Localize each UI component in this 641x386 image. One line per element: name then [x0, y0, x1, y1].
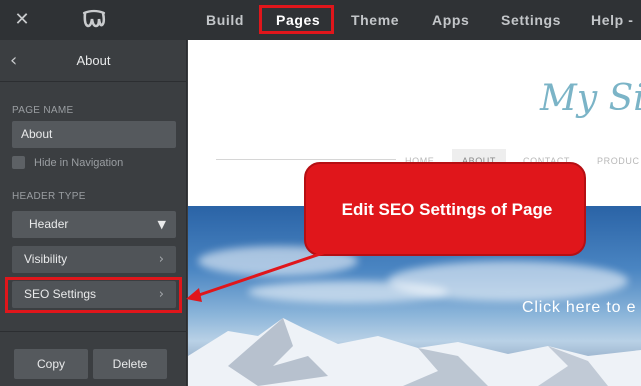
- sidebar-title: About: [76, 53, 111, 68]
- page-name-label: PAGE NAME: [12, 105, 74, 116]
- pages-highlight-box: [259, 5, 334, 34]
- annotation-callout: Edit SEO Settings of Page: [304, 162, 586, 256]
- nav-build[interactable]: Build: [206, 0, 244, 40]
- chevron-down-icon: ▼: [157, 218, 166, 231]
- weebly-logo-icon[interactable]: [82, 9, 106, 31]
- site-title[interactable]: My Si: [540, 78, 641, 119]
- seo-highlight-box: [5, 277, 182, 313]
- chevron-right-icon: ›: [158, 252, 164, 267]
- hero-edit-text[interactable]: Click here to e: [522, 299, 636, 317]
- visibility-label: Visibility: [24, 252, 68, 266]
- header-type-select[interactable]: Header ▼: [12, 211, 176, 238]
- callout-text: Edit SEO Settings of Page: [341, 200, 553, 219]
- sidebar-header: ‹ About: [0, 40, 187, 82]
- page-settings-sidebar: ‹ About PAGE NAME About Hide in Navigati…: [0, 40, 187, 386]
- delete-button[interactable]: Delete: [93, 349, 167, 379]
- hide-navigation-checkbox[interactable]: [12, 156, 25, 169]
- copy-button[interactable]: Copy: [14, 349, 88, 379]
- nav-settings[interactable]: Settings: [501, 0, 561, 40]
- help-dropdown-indicator: -: [628, 12, 634, 28]
- close-icon[interactable]: ✕: [12, 10, 32, 30]
- header-type-value: Header: [29, 217, 69, 231]
- header-divider: [216, 159, 396, 160]
- nav-apps[interactable]: Apps: [432, 0, 469, 40]
- header-type-label: HEADER TYPE: [12, 191, 86, 202]
- hide-navigation-label[interactable]: Hide in Navigation: [34, 157, 123, 169]
- nav-theme[interactable]: Theme: [351, 0, 399, 40]
- visibility-button[interactable]: Visibility ›: [12, 246, 176, 273]
- nav-help-label: Help: [591, 12, 624, 28]
- sidebar-divider: [0, 331, 187, 332]
- site-nav-products[interactable]: PRODUC: [597, 149, 640, 173]
- top-toolbar: ✕ Build Pages Theme Apps Settings Help -: [0, 0, 641, 40]
- page-name-input[interactable]: About: [12, 121, 176, 148]
- nav-help[interactable]: Help -: [591, 0, 634, 40]
